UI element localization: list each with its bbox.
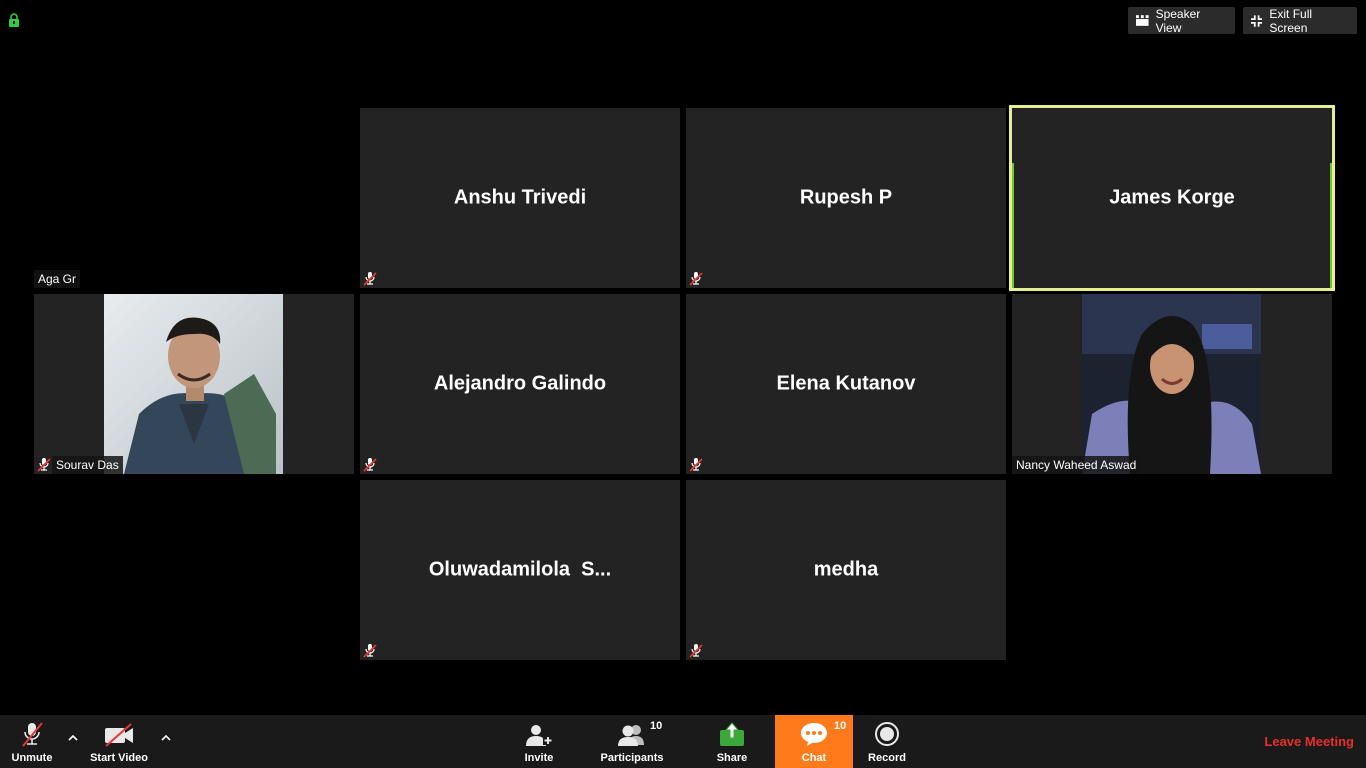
- leave-meeting-button[interactable]: Leave Meeting: [1264, 734, 1354, 749]
- participant-tile-active-speaker[interactable]: James Korge: [1012, 108, 1332, 288]
- muted-mic-icon: [363, 644, 377, 658]
- speaker-view-button[interactable]: Speaker View: [1128, 6, 1235, 35]
- participant-video-photo: [104, 294, 283, 474]
- meeting-toolbar: Unmute Start Video Invite Participants 1…: [0, 715, 1366, 768]
- invite-user-icon: [526, 725, 553, 746]
- participant-tile[interactable]: medha: [686, 480, 1006, 660]
- participant-name-label: Aga Gr: [34, 270, 81, 288]
- muted-mic-icon: [689, 458, 703, 472]
- participant-tile[interactable]: Sourav Das: [34, 294, 354, 474]
- chat-bubble-icon: [801, 723, 827, 746]
- muted-mic-icon: [689, 272, 703, 286]
- chat-label: Chat: [801, 752, 827, 764]
- muted-mic-icon: [689, 644, 703, 658]
- record-label: Record: [868, 752, 906, 764]
- share-screen-icon: [720, 722, 744, 746]
- participant-name-label: Nancy Waheed Aswad: [1012, 456, 1141, 474]
- participant-tile[interactable]: Elena Kutanov: [686, 294, 1006, 474]
- participant-tile[interactable]: Alejandro Galindo: [360, 294, 680, 474]
- participants-icon: [618, 725, 644, 746]
- participants-label: Participants: [600, 752, 664, 764]
- participant-name: James Korge: [1109, 186, 1235, 209]
- participant-name: medha: [813, 558, 879, 581]
- muted-mic-icon: [363, 272, 377, 286]
- share-screen-button[interactable]: Share: [712, 715, 752, 768]
- participant-name-label: Sourav Das: [52, 456, 123, 474]
- exit-full-screen-button[interactable]: Exit Full Screen: [1243, 6, 1357, 35]
- video-off-icon: [105, 723, 133, 747]
- participant-name: Anshu Trivedi: [453, 186, 587, 209]
- start-video-label: Start Video: [90, 752, 148, 764]
- speaker-view-icon: [1136, 15, 1149, 26]
- participants-count-badge: 10: [650, 720, 663, 732]
- unmute-button[interactable]: Unmute: [8, 715, 56, 768]
- speaker-view-label: Speaker View: [1155, 6, 1201, 35]
- invite-label: Invite: [524, 752, 554, 764]
- exit-full-screen-label: Exit Full Screen: [1269, 6, 1313, 35]
- participant-name: Rupesh P: [799, 186, 893, 209]
- muted-mic-icon: [22, 722, 43, 747]
- record-button[interactable]: Record: [865, 715, 909, 768]
- participant-tile[interactable]: Aga Gr: [34, 108, 354, 288]
- participant-tile[interactable]: Anshu Trivedi: [360, 108, 680, 288]
- exit-fullscreen-icon: [1251, 14, 1263, 27]
- record-icon: [875, 722, 899, 746]
- invite-button[interactable]: Invite: [518, 715, 560, 768]
- lock-icon: [9, 13, 19, 27]
- participant-video-photo: [1082, 294, 1261, 474]
- participant-tile[interactable]: Oluwadamilola S...: [360, 480, 680, 660]
- participant-tile[interactable]: Rupesh P: [686, 108, 1006, 288]
- unmute-label: Unmute: [11, 752, 53, 764]
- share-label: Share: [716, 752, 748, 764]
- audio-options-chevron-up-icon[interactable]: [67, 733, 79, 743]
- muted-mic-icon: [363, 458, 377, 472]
- muted-mic-icon: [37, 458, 51, 472]
- participant-name: Alejandro Galindo: [433, 372, 607, 395]
- participant-name: Elena Kutanov: [776, 372, 916, 395]
- start-video-button[interactable]: Start Video: [88, 715, 150, 768]
- participant-tile[interactable]: Nancy Waheed Aswad: [1012, 294, 1332, 474]
- participant-name: Oluwadamilola S...: [428, 558, 612, 581]
- chat-count-badge: 10: [834, 720, 847, 732]
- video-options-chevron-up-icon[interactable]: [160, 733, 172, 743]
